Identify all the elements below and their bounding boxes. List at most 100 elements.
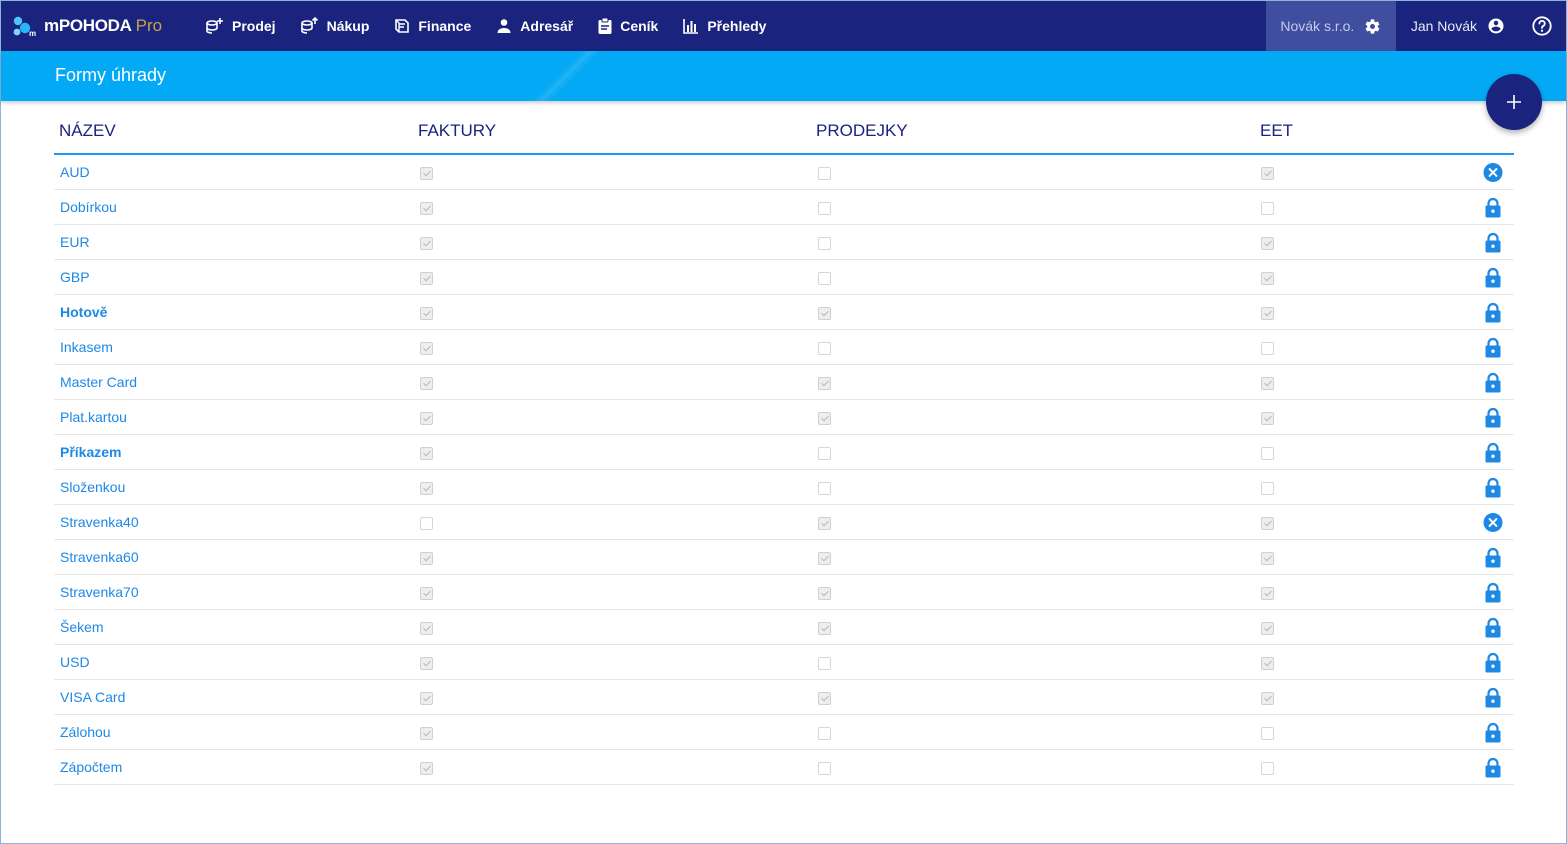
prodejky-checkbox — [818, 482, 831, 495]
eet-checkbox — [1261, 202, 1274, 215]
navbar-right: Novák s.r.o. Jan Novák — [1265, 1, 1566, 51]
payment-method-name[interactable]: Stravenka40 — [60, 514, 139, 530]
payment-method-name[interactable]: Šekem — [60, 619, 104, 635]
main-nav: Prodej Nákup Finance Adresář Ceník Přehl… — [193, 1, 778, 51]
sales-icon — [206, 18, 223, 34]
lock-icon — [1483, 267, 1503, 288]
eet-checkbox — [1261, 342, 1274, 355]
prodejky-checkbox — [818, 447, 831, 460]
payment-method-name[interactable]: USD — [60, 654, 90, 670]
payment-method-name[interactable]: Inkasem — [60, 339, 113, 355]
faktury-checkbox — [420, 272, 433, 285]
nav-label: Finance — [418, 18, 472, 34]
table-row[interactable]: Dobírkou — [54, 190, 1514, 225]
payment-method-name[interactable]: EUR — [60, 234, 90, 250]
table-row[interactable]: Zálohou — [54, 715, 1514, 750]
table-row[interactable]: Inkasem — [54, 330, 1514, 365]
table-row[interactable]: GBP — [54, 260, 1514, 295]
nav-item-finance[interactable]: Finance — [381, 1, 483, 51]
table-row[interactable]: Stravenka70 — [54, 575, 1514, 610]
lock-icon — [1483, 687, 1503, 708]
nav-item-prodej[interactable]: Prodej — [193, 1, 288, 51]
nav-item-adresar[interactable]: Adresář — [483, 1, 585, 51]
nav-item-prehledy[interactable]: Přehledy — [670, 1, 778, 51]
payment-method-name[interactable]: Plat.kartou — [60, 409, 127, 425]
column-header-faktury[interactable]: FAKTURY — [418, 121, 496, 141]
prodejky-checkbox — [818, 342, 831, 355]
prodejky-checkbox — [818, 237, 831, 250]
payment-method-name[interactable]: Příkazem — [60, 444, 121, 460]
payment-method-name[interactable]: GBP — [60, 269, 90, 285]
column-header-prodejky[interactable]: PRODEJKY — [816, 121, 908, 141]
person-icon — [497, 19, 511, 33]
payment-methods-table: NÁZEV FAKTURY PRODEJKY EET AUD Dobírkou EU… — [54, 107, 1514, 785]
faktury-checkbox — [420, 447, 433, 460]
column-header-nazev[interactable]: NÁZEV — [59, 121, 116, 141]
table-row[interactable]: Master Card — [54, 365, 1514, 400]
eet-checkbox — [1261, 237, 1274, 250]
table-row[interactable]: USD — [54, 645, 1514, 680]
table-row[interactable]: Hotově — [54, 295, 1514, 330]
lock-icon — [1483, 372, 1503, 393]
help-button[interactable] — [1522, 1, 1562, 51]
nav-label: Přehledy — [707, 18, 767, 34]
faktury-checkbox — [420, 412, 433, 425]
delete-icon[interactable] — [1483, 162, 1503, 183]
user-menu[interactable]: Jan Novák — [1396, 1, 1522, 51]
prodejky-checkbox — [818, 307, 831, 320]
table-row[interactable]: Šekem — [54, 610, 1514, 645]
table-row[interactable]: Příkazem — [54, 435, 1514, 470]
faktury-checkbox — [420, 587, 433, 600]
eet-checkbox — [1261, 447, 1274, 460]
app-edition: Pro — [135, 16, 163, 35]
prodejky-checkbox — [818, 587, 831, 600]
eet-checkbox — [1261, 692, 1274, 705]
payment-method-name[interactable]: Složenkou — [60, 479, 125, 495]
bar-chart-icon — [683, 19, 699, 34]
prodejky-checkbox — [818, 412, 831, 425]
table-row[interactable]: Složenkou — [54, 470, 1514, 505]
payment-method-name[interactable]: Zálohou — [60, 724, 111, 740]
table-row[interactable]: Plat.kartou — [54, 400, 1514, 435]
eet-checkbox — [1261, 167, 1274, 180]
table-body: AUD Dobírkou EUR GBP Hotově Inkasem Master Car… — [54, 155, 1514, 785]
table-row[interactable]: Stravenka60 — [54, 540, 1514, 575]
user-name: Jan Novák — [1410, 18, 1477, 34]
payment-method-name[interactable]: Zápočtem — [60, 759, 122, 775]
faktury-checkbox — [420, 692, 433, 705]
lock-icon — [1483, 652, 1503, 673]
payment-method-name[interactable]: VISA Card — [60, 689, 125, 705]
company-name: Novák s.r.o. — [1280, 18, 1355, 34]
table-row[interactable]: Stravenka40 — [54, 505, 1514, 540]
eet-checkbox — [1261, 412, 1274, 425]
company-selector[interactable]: Novák s.r.o. — [1265, 1, 1396, 51]
table-row[interactable]: Zápočtem — [54, 750, 1514, 785]
payment-method-name[interactable]: Stravenka60 — [60, 549, 139, 565]
prodejky-checkbox — [818, 202, 831, 215]
payment-method-name[interactable]: Hotově — [60, 304, 107, 320]
header-decoration — [521, 51, 601, 101]
faktury-checkbox — [420, 727, 433, 740]
app-logo[interactable]: m mPOHODA Pro — [1, 1, 181, 51]
faktury-checkbox — [420, 342, 433, 355]
table-row[interactable]: AUD — [54, 155, 1514, 190]
eet-checkbox — [1261, 552, 1274, 565]
prodejky-checkbox — [818, 552, 831, 565]
payment-method-name[interactable]: Dobírkou — [60, 199, 117, 215]
lock-icon — [1483, 197, 1503, 218]
faktury-checkbox — [420, 307, 433, 320]
table-row[interactable]: VISA Card — [54, 680, 1514, 715]
table-row[interactable]: EUR — [54, 225, 1514, 260]
column-header-eet[interactable]: EET — [1260, 121, 1293, 141]
faktury-checkbox — [420, 167, 433, 180]
svg-text:m: m — [29, 29, 36, 37]
payment-method-name[interactable]: Stravenka70 — [60, 584, 139, 600]
faktury-checkbox — [420, 622, 433, 635]
delete-icon[interactable] — [1483, 512, 1503, 533]
payment-method-name[interactable]: AUD — [60, 164, 90, 180]
eet-checkbox — [1261, 307, 1274, 320]
nav-item-cenik[interactable]: Ceník — [585, 1, 670, 51]
faktury-checkbox — [420, 552, 433, 565]
nav-item-nakup[interactable]: Nákup — [288, 1, 382, 51]
payment-method-name[interactable]: Master Card — [60, 374, 137, 390]
